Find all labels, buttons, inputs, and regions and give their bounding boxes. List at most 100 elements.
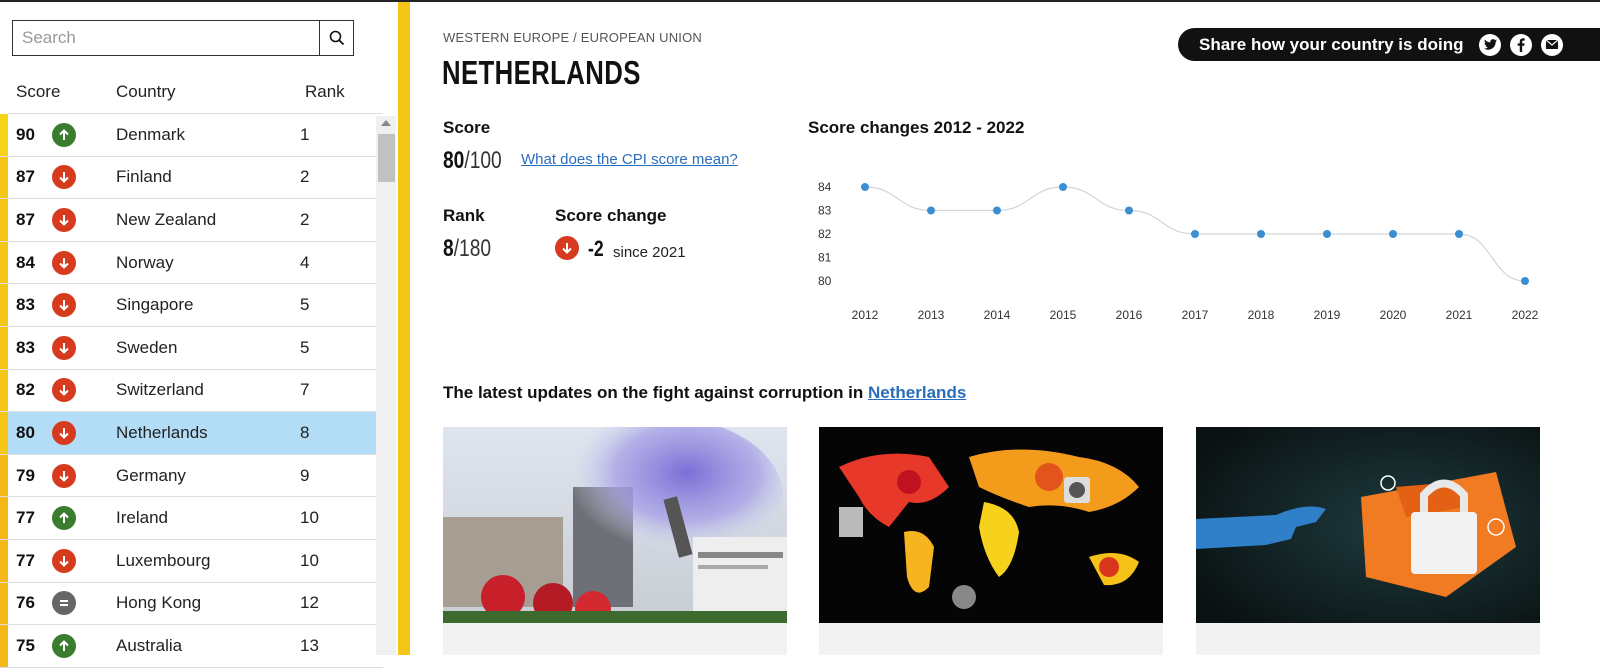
score-color-bar <box>0 199 8 241</box>
score-change-label: Score change <box>555 206 667 225</box>
facebook-icon[interactable] <box>1510 33 1533 56</box>
score-value: 80/100 <box>443 147 502 174</box>
score-max: /100 <box>464 147 502 174</box>
score-color-bar <box>0 454 8 497</box>
down-arrow-icon <box>52 250 76 275</box>
news-card-world-map[interactable] <box>819 427 1163 623</box>
data-point[interactable] <box>1455 230 1463 238</box>
email-icon[interactable] <box>1541 33 1564 56</box>
score-color-bar <box>0 412 8 454</box>
down-arrow-icon <box>555 236 579 260</box>
rank-column-header[interactable]: Rank <box>305 82 345 102</box>
row-rank: 5 <box>300 295 310 315</box>
y-tick-label: 80 <box>818 274 832 288</box>
down-arrow-icon <box>52 207 76 232</box>
score-color-bar <box>0 539 8 582</box>
up-arrow-icon <box>52 633 76 658</box>
row-rank: 4 <box>300 252 310 272</box>
twitter-icon[interactable] <box>1479 33 1502 56</box>
down-arrow-icon <box>52 378 76 403</box>
news-card-footer <box>819 623 1163 655</box>
country-column-header[interactable]: Country <box>116 82 176 102</box>
country-row[interactable]: 82 Switzerland 7 <box>0 369 383 413</box>
row-rank: 7 <box>300 380 310 400</box>
score-column-header[interactable]: Score <box>16 82 60 102</box>
search-input[interactable] <box>13 21 319 55</box>
row-score: 87 <box>16 167 35 187</box>
country-row[interactable]: 76 Hong Kong 12 <box>0 582 383 626</box>
share-label: Share how your country is doing <box>1199 34 1464 54</box>
news-card-protest-image[interactable] <box>443 427 787 623</box>
scrollbar-thumb[interactable] <box>378 134 395 182</box>
score-label: Score <box>443 118 491 137</box>
row-rank: 10 <box>300 550 319 570</box>
rank-label: Rank <box>443 206 485 225</box>
row-country: Denmark <box>116 124 185 144</box>
row-score: 75 <box>16 635 35 655</box>
data-point[interactable] <box>1191 230 1199 238</box>
country-row[interactable]: 79 Germany 9 <box>0 454 383 498</box>
page-title: NETHERLANDS <box>442 54 641 91</box>
country-row[interactable]: 87 Finland 2 <box>0 156 383 200</box>
search-box <box>12 20 354 56</box>
data-point[interactable] <box>927 206 935 215</box>
country-row[interactable]: 90 Denmark 1 <box>0 114 383 157</box>
country-row[interactable]: 83 Sweden 5 <box>0 326 383 370</box>
data-point[interactable] <box>1059 183 1067 191</box>
row-rank: 8 <box>300 422 310 442</box>
down-arrow-icon <box>52 548 76 573</box>
row-rank: 1 <box>300 124 310 144</box>
country-row[interactable]: 75 Australia 13 <box>0 625 383 668</box>
data-point[interactable] <box>1257 230 1265 238</box>
down-arrow-icon <box>52 165 76 190</box>
x-tick-label: 2018 <box>1248 308 1275 322</box>
data-point[interactable] <box>1389 230 1397 238</box>
row-country: Switzerland <box>116 380 204 400</box>
score-color-bar <box>0 497 8 539</box>
updates-heading: The latest updates on the fight against … <box>443 383 967 402</box>
x-tick-label: 2017 <box>1182 308 1209 322</box>
news-card-lock-image[interactable] <box>1196 427 1540 623</box>
row-score: 80 <box>16 422 35 442</box>
search-button[interactable] <box>319 21 353 55</box>
rank-total: /180 <box>453 235 492 262</box>
scrollbar[interactable] <box>376 116 396 655</box>
country-row[interactable]: 77 Ireland 10 <box>0 497 383 540</box>
score-color-bar <box>0 582 8 625</box>
row-country: Australia <box>116 635 183 655</box>
data-point[interactable] <box>1125 206 1133 215</box>
x-tick-label: 2012 <box>852 308 879 322</box>
country-row[interactable]: 87 New Zealand 2 <box>0 199 383 242</box>
score-line-chart: 84 83 82 81 80 2012 2013 2014 2015 2016 2017 2018 20… <box>818 180 1539 322</box>
breadcrumb: WESTERN EUROPE / EUROPEAN UNION <box>443 30 703 45</box>
data-point[interactable] <box>1521 277 1529 285</box>
row-country: Hong Kong <box>116 593 202 613</box>
row-score: 83 <box>16 337 35 357</box>
down-arrow-icon <box>52 335 76 360</box>
row-country: Norway <box>116 252 174 272</box>
y-tick-label: 82 <box>818 227 832 241</box>
data-point[interactable] <box>1323 230 1331 238</box>
score-color-bar <box>0 284 8 326</box>
row-rank: 13 <box>300 635 319 655</box>
updates-country-link[interactable]: Netherlands <box>868 383 966 402</box>
country-row[interactable]: 83 Singapore 5 <box>0 284 383 327</box>
data-point[interactable] <box>861 183 869 191</box>
cpi-score-meaning-link[interactable]: What does the CPI score mean? <box>521 151 738 168</box>
share-bar: Share how your country is doing <box>1178 28 1600 61</box>
score-color-bar <box>0 326 8 369</box>
news-card-footer <box>443 623 787 655</box>
row-country: Germany <box>116 465 186 485</box>
row-rank: 2 <box>300 167 310 187</box>
score-change-since: since 2021 <box>613 244 686 261</box>
row-score: 77 <box>16 550 35 570</box>
data-point[interactable] <box>993 206 1001 215</box>
x-tick-label: 2014 <box>984 308 1011 322</box>
country-row[interactable]: 84 Norway 4 <box>0 241 383 285</box>
scroll-up-arrow-icon[interactable] <box>381 120 391 126</box>
country-row[interactable]: 77 Luxembourg 10 <box>0 539 383 583</box>
x-tick-label: 2021 <box>1446 308 1473 322</box>
score-color-bar <box>0 114 8 156</box>
row-country: Ireland <box>116 508 168 528</box>
country-row[interactable]: 80 Netherlands 8 <box>0 412 383 455</box>
